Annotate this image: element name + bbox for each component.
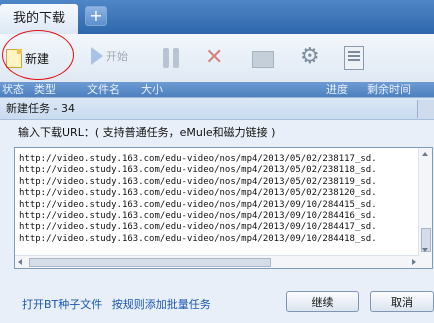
play-icon <box>91 47 103 65</box>
add-tab-button[interactable]: + <box>85 6 107 26</box>
column-type[interactable]: 类型 <box>34 82 56 97</box>
column-time-left[interactable]: 剩余时间 <box>367 82 411 97</box>
column-progress[interactable]: 进度 <box>326 82 348 97</box>
folder-icon[interactable] <box>252 51 274 68</box>
url-line: http://video.study.163.com/edu-video/nos… <box>19 176 377 187</box>
delete-icon[interactable]: ✕ <box>205 47 225 69</box>
horizontal-scrollbar[interactable] <box>15 255 419 268</box>
dialog-title-edge <box>417 100 434 118</box>
scroll-right-icon[interactable] <box>412 259 416 265</box>
download-manager-window: 我的下载 + 新建 开始 ✕ ⚙ 状态 类型 文件名 大小 进度 剩余时间 新建… <box>0 0 434 323</box>
start-label: 开始 <box>106 50 128 63</box>
cancel-button[interactable]: 取消 <box>370 291 434 312</box>
scroll-down-icon[interactable] <box>422 248 428 252</box>
tab-bar: 我的下载 + <box>0 0 434 34</box>
vertical-scrollbar[interactable] <box>418 148 432 268</box>
scroll-up-icon[interactable] <box>422 152 428 156</box>
continue-button[interactable]: 继续 <box>286 291 359 312</box>
url-line: http://video.study.163.com/edu-video/nos… <box>19 233 377 244</box>
column-size[interactable]: 大小 <box>141 82 163 97</box>
dialog-title: 新建任务 - 34 <box>0 98 434 120</box>
start-button[interactable]: 开始 <box>91 47 128 65</box>
url-line: http://video.study.163.com/edu-video/nos… <box>19 188 377 199</box>
gear-icon[interactable]: ⚙ <box>300 46 322 68</box>
list-icon[interactable] <box>344 46 364 70</box>
new-task-dialog: 新建任务 - 34 输入下载URL：( 支持普通任务，eMule和磁力链接 ) … <box>0 97 434 323</box>
scroll-left-icon[interactable] <box>18 259 22 265</box>
dialog-links: 打开BT种子文件 按规则添加批量任务 <box>22 296 217 312</box>
annotation-circle <box>2 30 74 80</box>
column-header: 状态 类型 文件名 大小 进度 剩余时间 <box>0 82 434 97</box>
column-filename[interactable]: 文件名 <box>87 82 120 97</box>
url-line: http://video.study.163.com/edu-video/nos… <box>19 199 377 210</box>
pause-icon[interactable] <box>163 48 181 68</box>
url-line: http://video.study.163.com/edu-video/nos… <box>19 165 377 176</box>
url-textarea[interactable]: http://video.study.163.com/edu-video/nos… <box>14 147 433 269</box>
batch-add-link[interactable]: 按规则添加批量任务 <box>112 298 211 311</box>
url-prompt: 输入下载URL：( 支持普通任务，eMule和磁力链接 ) <box>18 126 276 139</box>
url-line: http://video.study.163.com/edu-video/nos… <box>19 222 377 233</box>
column-status[interactable]: 状态 <box>2 82 24 97</box>
url-line: http://video.study.163.com/edu-video/nos… <box>19 210 377 221</box>
url-line: http://video.study.163.com/edu-video/nos… <box>19 154 377 164</box>
open-bt-link[interactable]: 打开BT种子文件 <box>22 298 102 311</box>
url-list: http://video.study.163.com/edu-video/nos… <box>19 154 415 245</box>
scroll-thumb-horizontal[interactable] <box>29 258 271 267</box>
